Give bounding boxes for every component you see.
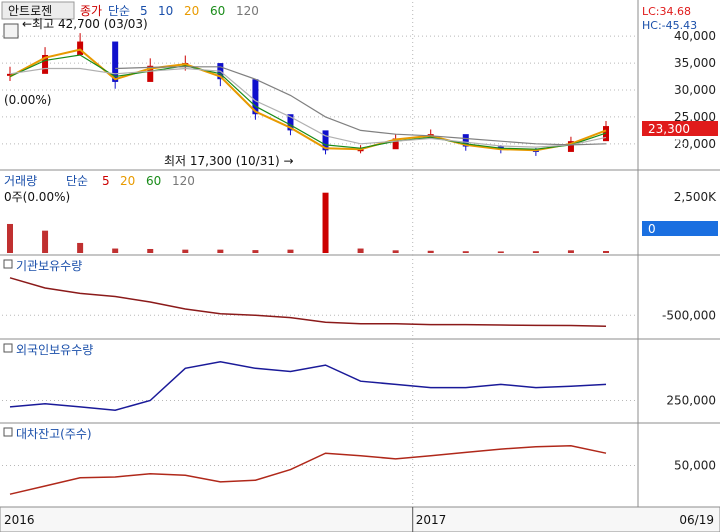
ma-period-10: 10	[158, 4, 173, 18]
volume-bar	[182, 249, 189, 253]
loan-balance-y-tick: 50,000	[674, 458, 716, 472]
price-candle	[77, 41, 84, 55]
volume-bar	[147, 248, 154, 253]
volume-bar	[252, 250, 259, 253]
volume-sub-label: 0주(0.00%)	[4, 190, 70, 204]
volume-bar	[427, 250, 434, 253]
inst-holdings-y-tick: -500,000	[662, 308, 716, 322]
volume-bar	[532, 251, 539, 253]
volume-current-change: 0.00%	[648, 237, 686, 251]
x-axis-label-2017: 2017	[416, 513, 447, 527]
change-label: (0.00%)	[4, 93, 51, 107]
volume-bar	[77, 242, 84, 253]
loan-balance-title: 대차잔고(주수)	[16, 427, 92, 441]
volume-ma-period-120: 120	[172, 174, 195, 188]
foreign-holdings-y-tick: 250,000	[666, 394, 716, 408]
stock-chart[interactable]: 40,00035,00030,00025,00020,000안트로젠 종가 단순 5 1…	[0, 0, 720, 532]
grid-icon[interactable]	[3, 23, 19, 39]
x-axis-last-date: 06/19	[679, 513, 714, 527]
current-change: 0.00%	[648, 137, 686, 151]
volume-bar	[7, 223, 13, 253]
foreign-holdings-legend-box	[3, 343, 13, 353]
volume-bar	[217, 249, 224, 253]
price-y-tick-label: 35,000	[674, 56, 716, 70]
volume-bar	[357, 248, 364, 253]
volume-current: 0	[648, 222, 656, 236]
stock-name: 안트로젠	[8, 4, 52, 18]
volume-ma-type: 단순	[66, 174, 88, 188]
foreign-holdings-title: 외국인보유수량	[16, 343, 93, 357]
chart-background	[0, 0, 720, 532]
volume-bar	[392, 250, 399, 253]
low-annotation: 최저 17,300 (10/31) →	[164, 154, 294, 168]
volume-bar	[567, 250, 574, 253]
volume-title: 거래량	[4, 174, 37, 188]
loan-balance-legend-box	[3, 427, 13, 437]
ma-type-label: 단순	[108, 4, 130, 18]
volume-ma-period-5: 5	[102, 174, 110, 188]
volume-ma-period-60: 60	[146, 174, 161, 188]
volume-bar	[497, 251, 504, 253]
ma-period-5: 5	[140, 4, 148, 18]
close-label: 종가	[80, 4, 102, 18]
ma-period-60: 60	[210, 4, 225, 18]
y-axis-area	[638, 0, 720, 532]
volume-bar	[287, 249, 294, 253]
ma-period-20: 20	[184, 4, 199, 18]
inst-holdings-title: 기관보유수량	[16, 259, 82, 273]
high-annotation: ←최고 42,700 (03/03)	[22, 17, 148, 31]
price-y-tick-label: 30,000	[674, 83, 716, 97]
ma-period-120: 120	[236, 4, 259, 18]
volume-bar	[42, 230, 49, 253]
volume-bar	[322, 192, 329, 253]
volume-y-tick: 2,500K	[674, 190, 717, 204]
hc-label: HC:-45.43	[642, 19, 697, 32]
inst-holdings-legend-box	[3, 259, 13, 269]
volume-bar	[112, 248, 119, 253]
volume-ma-period-20: 20	[120, 174, 135, 188]
lc-label: LC:34.68	[642, 5, 691, 18]
volume-bar	[603, 250, 609, 253]
volume-bar	[462, 251, 469, 253]
current-price: 23,300	[648, 122, 690, 136]
x-axis-label-2016: 2016	[4, 513, 35, 527]
x-axis-bar	[0, 506, 720, 532]
